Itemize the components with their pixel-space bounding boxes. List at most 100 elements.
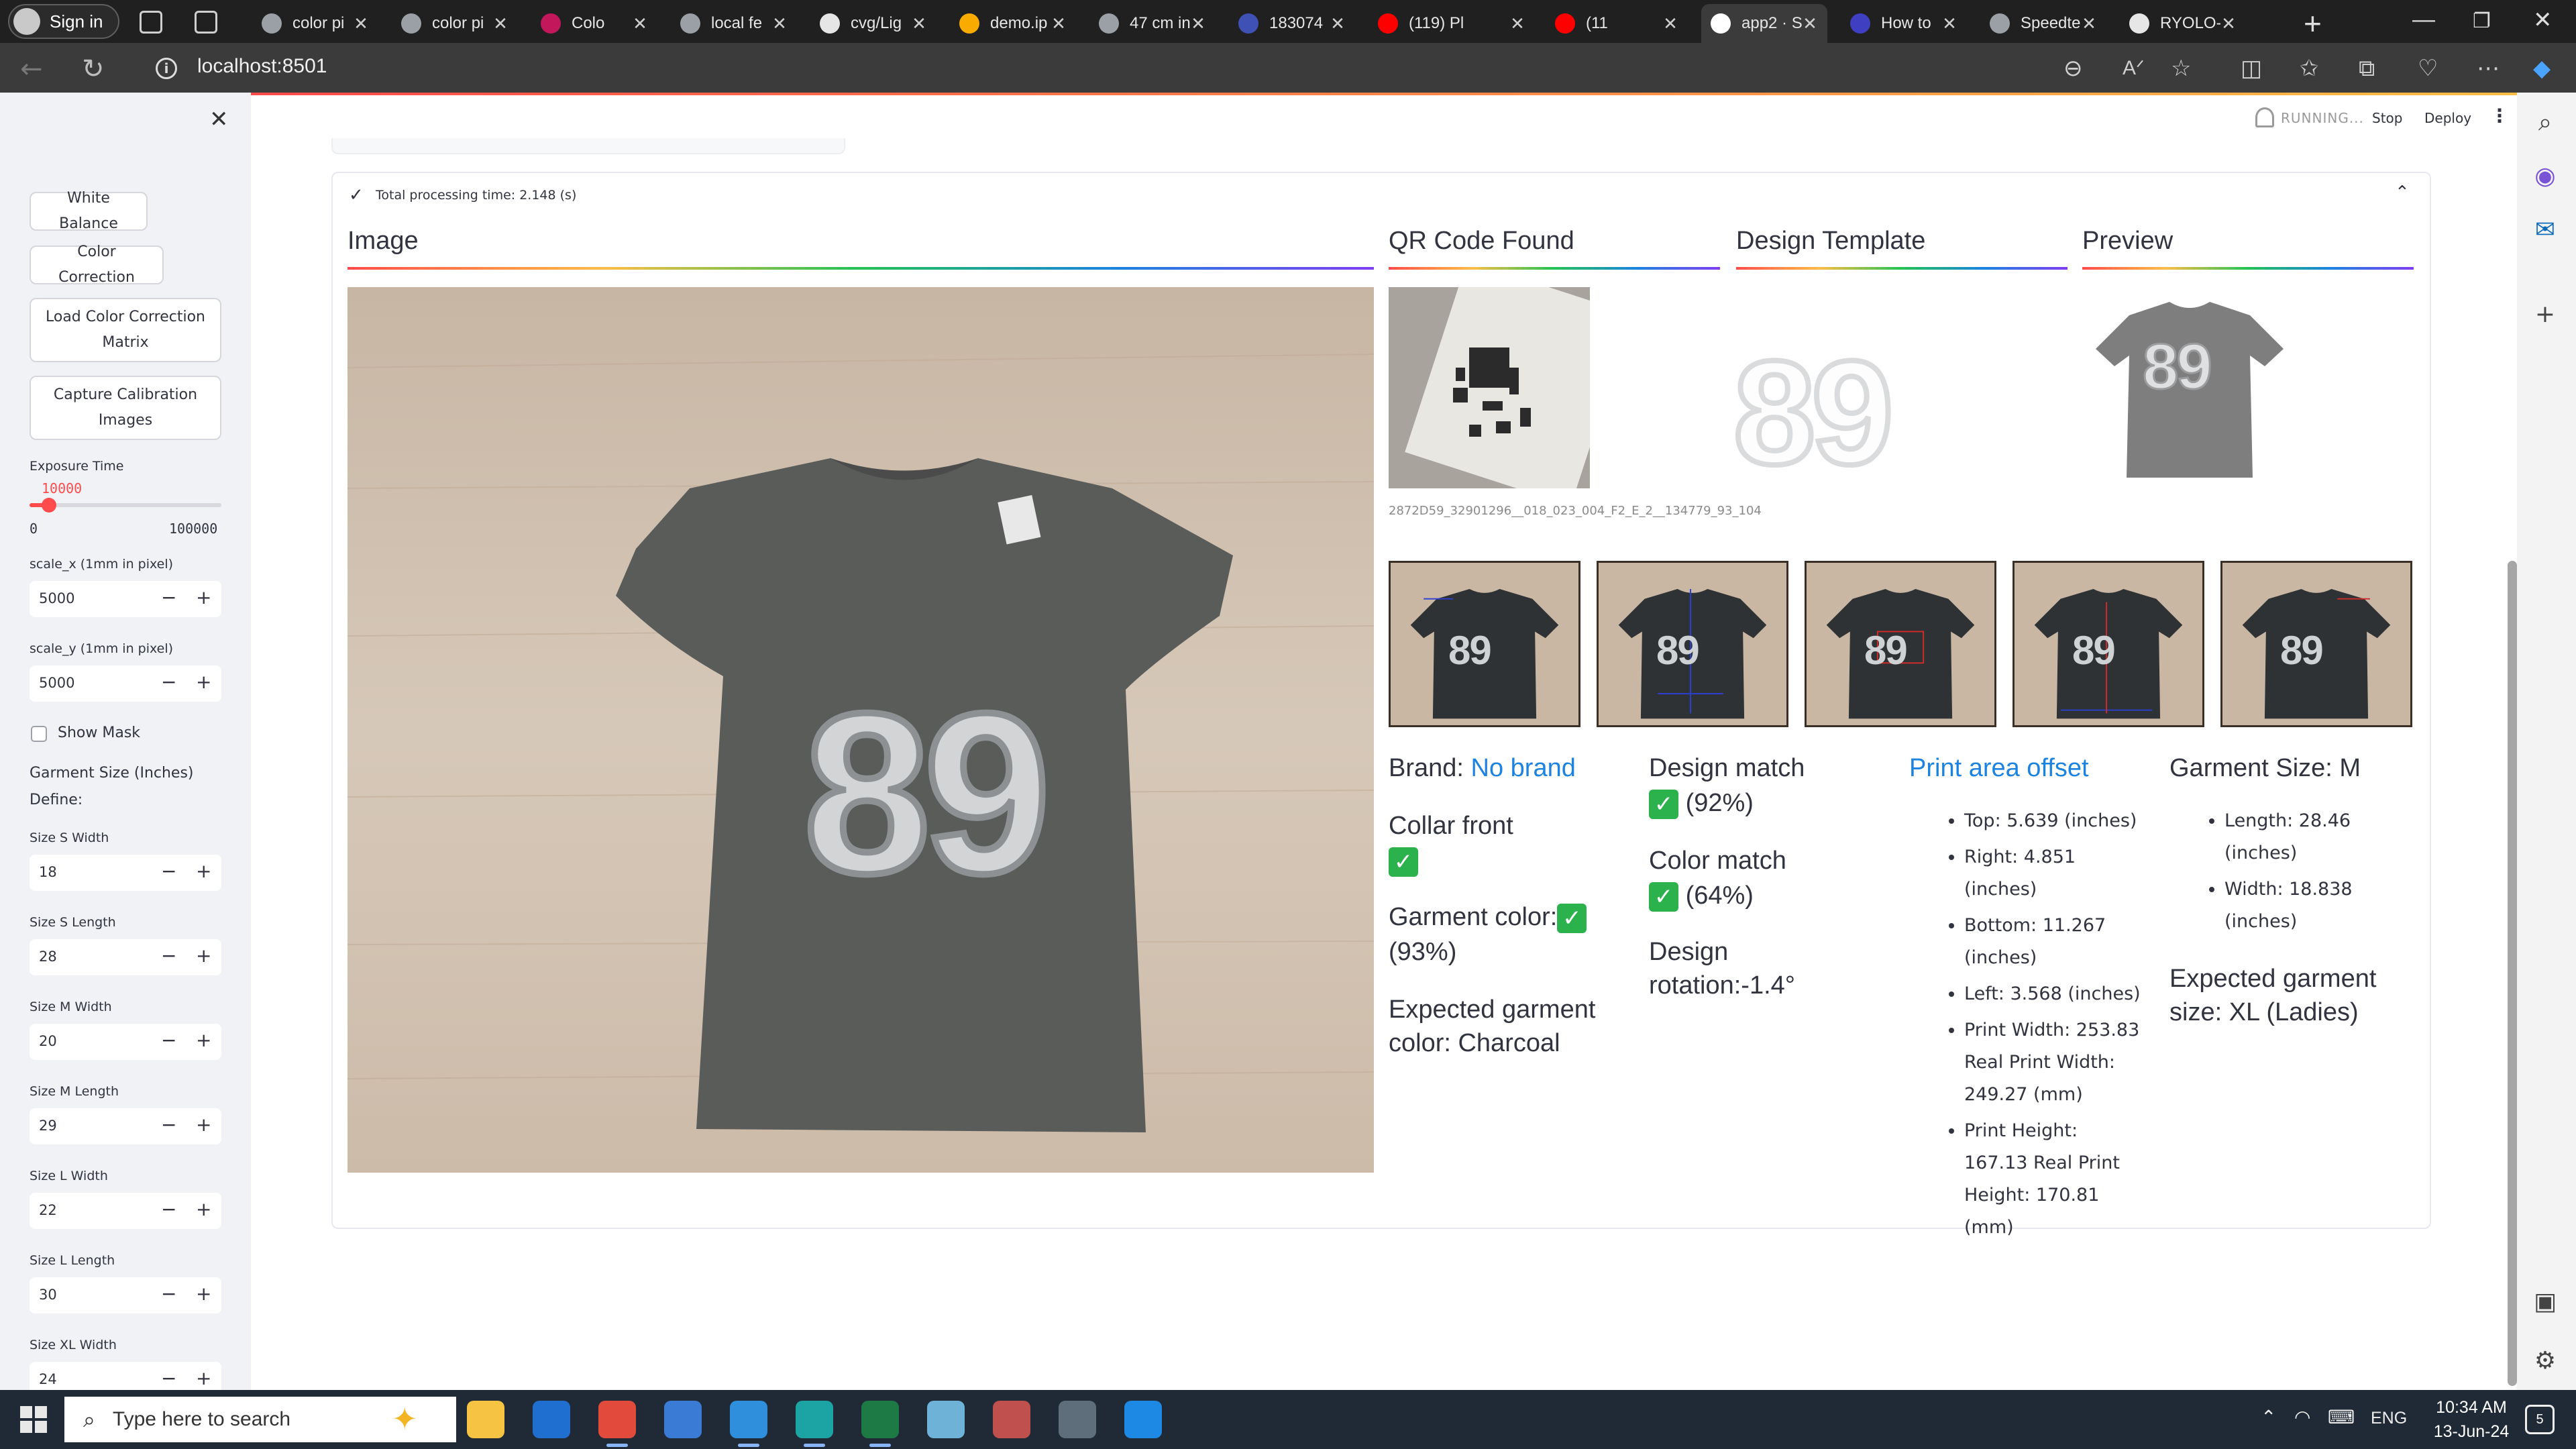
color-correction-button[interactable]: Color Correction	[30, 244, 164, 286]
close-tab-icon[interactable]: ✕	[2081, 13, 2097, 34]
chevron-up-icon[interactable]: ⌃	[2395, 182, 2410, 203]
stop-button[interactable]: Stop	[2372, 110, 2402, 126]
exposure-slider-thumb[interactable]	[41, 498, 56, 513]
decrement-button[interactable]: −	[161, 1029, 176, 1051]
browser-tab[interactable]: color pi ✕	[392, 4, 518, 43]
processing-time[interactable]: Total processing time: 2.148 (s)	[376, 188, 576, 203]
deploy-button[interactable]: Deploy	[2424, 110, 2471, 126]
close-tab-icon[interactable]: ✕	[1802, 13, 1818, 34]
browser-tab[interactable]: Colo ✕	[531, 4, 657, 43]
decrement-button[interactable]: −	[161, 945, 176, 967]
exposure-slider[interactable]	[30, 498, 221, 513]
size-number-input[interactable]: 20 − +	[30, 1024, 221, 1060]
windows-start-icon[interactable]	[20, 1406, 47, 1433]
wifi-icon[interactable]: ◠	[2294, 1406, 2310, 1428]
browser-essentials-icon[interactable]: ♡	[2418, 55, 2438, 82]
workspaces-icon[interactable]	[140, 11, 162, 34]
close-tab-icon[interactable]: ✕	[1190, 13, 1206, 34]
increment-button[interactable]: +	[196, 945, 211, 967]
browser-tab[interactable]: app2 · S ✕	[1701, 4, 1827, 43]
minimize-icon[interactable]: —	[2412, 7, 2435, 33]
decrement-button[interactable]: −	[161, 1367, 176, 1389]
browser-tab[interactable]: color pi ✕	[252, 4, 378, 43]
white-balance-button[interactable]: White Balance	[30, 190, 148, 232]
favorites-icon[interactable]: ✩	[2300, 55, 2319, 82]
browser-tab[interactable]: RYOLO- ✕	[2120, 4, 2246, 43]
size-number-input[interactable]: 30 − +	[30, 1277, 221, 1313]
close-tab-icon[interactable]: ✕	[1051, 13, 1067, 34]
size-number-input[interactable]: 18 − +	[30, 855, 221, 891]
profile-sign-in-button[interactable]: Sign in	[8, 4, 119, 39]
file-explorer-icon[interactable]	[467, 1401, 504, 1438]
decrement-button[interactable]: −	[161, 586, 176, 608]
close-tab-icon[interactable]: ✕	[353, 13, 369, 34]
outlook-taskbar-icon[interactable]	[664, 1401, 702, 1438]
calculator-icon[interactable]	[1059, 1401, 1096, 1438]
copilot-sidebar-icon[interactable]: ◉	[2530, 162, 2560, 192]
keyboard-icon[interactable]: ⌨	[2328, 1406, 2355, 1428]
close-tab-icon[interactable]: ✕	[771, 13, 788, 34]
close-window-icon[interactable]: ✕	[2533, 7, 2553, 34]
back-icon[interactable]: ←	[20, 54, 43, 85]
refresh-icon[interactable]: ↻	[82, 54, 105, 85]
scale-x-input[interactable]: 5000 − +	[30, 581, 221, 617]
notepad-icon[interactable]	[927, 1401, 965, 1438]
increment-button[interactable]: +	[196, 586, 211, 608]
browser-tab[interactable]: 47 cm in ✕	[1089, 4, 1216, 43]
feedback-hub-icon[interactable]	[1124, 1401, 1162, 1438]
close-tab-icon[interactable]: ✕	[1662, 13, 1678, 34]
collections-icon[interactable]: ⧉	[2359, 55, 2375, 82]
tab-actions-icon[interactable]	[195, 11, 217, 34]
new-tab-button[interactable]: +	[2304, 5, 2322, 42]
sidebar-settings-icon[interactable]: ⚙	[2530, 1347, 2560, 1377]
add-sidebar-app-icon[interactable]: +	[2530, 301, 2560, 330]
browser-tab[interactable]: 183074 ✕	[1229, 4, 1355, 43]
close-tab-icon[interactable]: ✕	[1509, 13, 1525, 34]
page-scrollbar[interactable]	[2508, 561, 2517, 1386]
size-number-input[interactable]: 28 − +	[30, 939, 221, 975]
load-color-correction-matrix-button[interactable]: Load Color Correction Matrix	[30, 298, 221, 362]
scale-y-input[interactable]: 5000 − +	[30, 665, 221, 702]
outlook-icon[interactable]: ✉	[2530, 216, 2560, 246]
more-menu-icon[interactable]: ⋯	[2477, 55, 2500, 82]
increment-button[interactable]: +	[196, 1029, 211, 1051]
size-number-input[interactable]: 29 − +	[30, 1108, 221, 1144]
main-menu-icon[interactable]: ⋮	[2490, 105, 2509, 127]
increment-button[interactable]: +	[196, 1283, 211, 1305]
notifications-icon[interactable]: 5	[2525, 1405, 2555, 1434]
increment-button[interactable]: +	[196, 671, 211, 693]
decrement-button[interactable]: −	[161, 1283, 176, 1305]
excel-icon[interactable]	[861, 1401, 899, 1438]
split-screen-icon[interactable]: ◫	[2241, 55, 2262, 82]
close-tab-icon[interactable]: ✕	[2220, 13, 2237, 34]
taskbar-search[interactable]: ⌕ Type here to search ✦	[64, 1397, 456, 1442]
browser-tab[interactable]: (119) Pl ✕	[1368, 4, 1535, 43]
close-tab-icon[interactable]: ✕	[632, 13, 648, 34]
close-tab-icon[interactable]: ✕	[1330, 13, 1346, 34]
decrement-button[interactable]: −	[161, 1114, 176, 1136]
capture-calibration-images-button[interactable]: Capture Calibration Images	[30, 376, 221, 440]
close-tab-icon[interactable]: ✕	[1941, 13, 1957, 34]
decrement-button[interactable]: −	[161, 671, 176, 693]
paint-icon[interactable]	[993, 1401, 1030, 1438]
increment-button[interactable]: +	[196, 1367, 211, 1389]
increment-button[interactable]: +	[196, 1114, 211, 1136]
microsoft-store-icon[interactable]	[533, 1401, 570, 1438]
show-hidden-icons[interactable]: ⌃	[2261, 1406, 2276, 1428]
size-number-input[interactable]: 22 − +	[30, 1193, 221, 1229]
increment-button[interactable]: +	[196, 860, 211, 882]
site-info-icon[interactable]: i	[156, 58, 177, 79]
sidebar-search-icon[interactable]: ⌕	[2530, 109, 2560, 138]
decrement-button[interactable]: −	[161, 860, 176, 882]
read-aloud-icon[interactable]: Aᐟ	[2123, 56, 2145, 80]
browser-tab[interactable]: local fe ✕	[671, 4, 797, 43]
browser-tab[interactable]: (11 ✕	[1546, 4, 1688, 43]
close-sidebar-icon[interactable]: ✕	[209, 106, 229, 133]
brand-value[interactable]: No brand	[1471, 754, 1576, 782]
close-tab-icon[interactable]: ✕	[911, 13, 927, 34]
copilot-icon[interactable]: ◆	[2533, 55, 2551, 82]
clock[interactable]: 10:34 AM 13-Jun-24	[2424, 1395, 2518, 1444]
sidebar-layout-icon[interactable]: ▣	[2530, 1288, 2560, 1318]
size-number-input[interactable]: 24 − +	[30, 1362, 221, 1390]
url-field[interactable]: localhost:8501	[197, 55, 327, 78]
